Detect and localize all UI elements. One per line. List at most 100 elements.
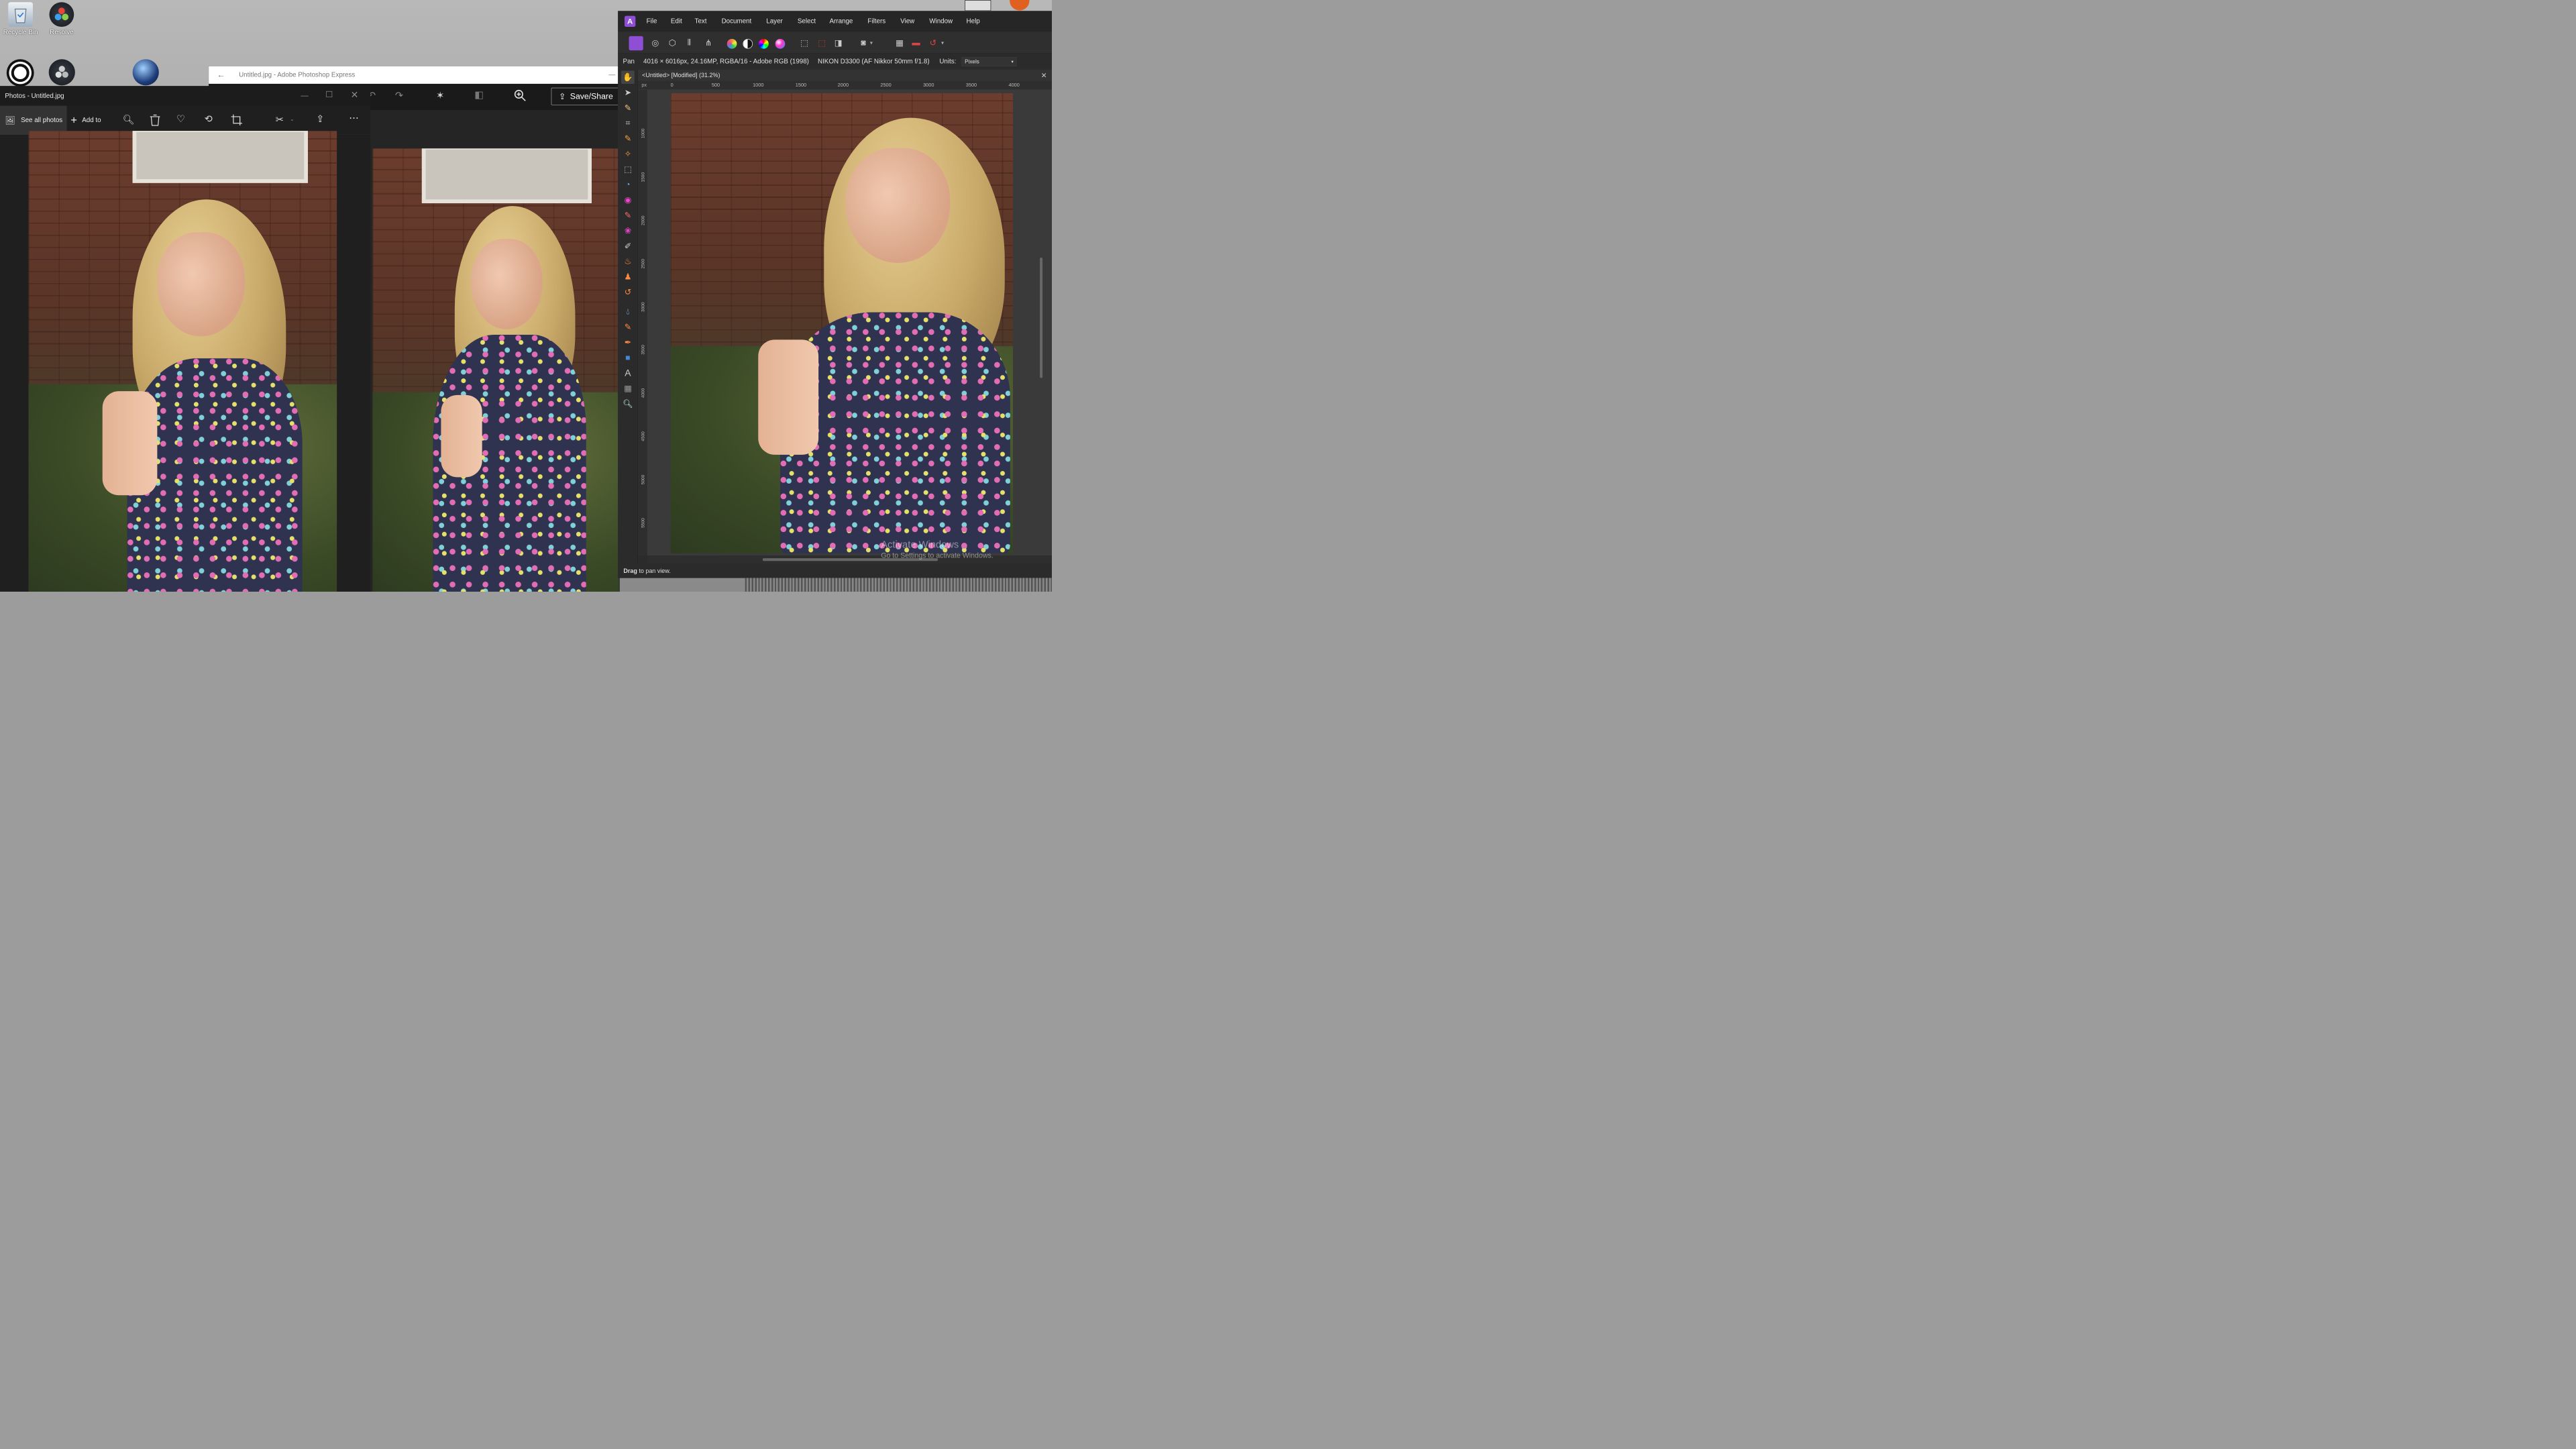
activate-windows-watermark: Activate Windows Go to Settings to activ… bbox=[881, 539, 994, 559]
ruler-tick-label: 3000 bbox=[641, 302, 645, 313]
image-icon: 🖼 bbox=[5, 115, 15, 125]
zoom-tool-icon[interactable]: 🔍︎ bbox=[621, 397, 635, 411]
gradient-tool-icon[interactable]: ◉ bbox=[621, 193, 635, 207]
current-tool-label: Pan bbox=[623, 58, 635, 66]
selection-marquee-icon[interactable]: ⬚ bbox=[798, 36, 811, 50]
invert-selection-icon[interactable]: ◨ bbox=[832, 36, 845, 50]
share-icon[interactable]: ⇪ bbox=[316, 114, 324, 124]
black-white-icon[interactable] bbox=[743, 38, 753, 49]
menu-text[interactable]: Text bbox=[695, 17, 707, 25]
document-tab[interactable]: <Untitled> [Modified] (31.2%) ✕ bbox=[637, 69, 1052, 81]
text-tool-icon[interactable]: A bbox=[621, 366, 635, 380]
paint-brush-tool-icon[interactable]: ✎ bbox=[621, 209, 635, 222]
context-toolbar: Pan 4016 × 6016px, 24.16MP, RGBA/16 - Ad… bbox=[618, 54, 1052, 70]
desktop-icon-resolve-alt[interactable] bbox=[48, 59, 75, 86]
menu-layer[interactable]: Layer bbox=[766, 17, 783, 25]
ps-express-photo bbox=[372, 148, 619, 592]
mesh-warp-tool-icon[interactable]: ▦ bbox=[621, 382, 635, 395]
selection-brush-tool-icon[interactable]: ✎ bbox=[621, 132, 635, 146]
affinity-logo-icon[interactable]: A bbox=[624, 15, 636, 28]
units-dropdown[interactable]: Pixels ▾ bbox=[961, 56, 1017, 66]
clone-brush-tool-icon[interactable]: ♟ bbox=[621, 270, 635, 284]
menu-view[interactable]: View bbox=[900, 17, 914, 25]
dodge-brush-tool-icon[interactable]: ♨ bbox=[621, 255, 635, 268]
magic-wand-icon[interactable]: ✶ bbox=[436, 91, 444, 101]
menu-select[interactable]: Select bbox=[798, 17, 816, 25]
maximize-icon[interactable]: ☐ bbox=[325, 90, 333, 99]
status-bar: Drag to pan view. bbox=[618, 564, 1052, 578]
ruler-tick-label: 4000 bbox=[1008, 82, 1020, 88]
deselect-icon[interactable]: ⬚ bbox=[815, 36, 828, 50]
redo-icon[interactable]: ↷ bbox=[395, 91, 403, 101]
crop-tool-icon[interactable]: ⌗ bbox=[621, 117, 635, 130]
menu-window[interactable]: Window bbox=[929, 17, 953, 25]
save-share-button[interactable]: ⇪ Save/Share bbox=[551, 87, 620, 105]
photo-persona-icon[interactable] bbox=[629, 36, 643, 51]
menu-bar: A File Edit Text Document Layer Select A… bbox=[618, 11, 1052, 32]
ruler-tick-label: 2000 bbox=[641, 215, 645, 225]
compare-icon[interactable]: ◧ bbox=[474, 90, 484, 100]
menu-file[interactable]: File bbox=[647, 17, 657, 25]
desktop-icon-resolve[interactable]: Resolve bbox=[41, 2, 82, 36]
erase-brush-tool-icon[interactable]: ✐ bbox=[621, 239, 635, 253]
heart-icon[interactable]: ♡ bbox=[176, 114, 185, 124]
tone-mapping-persona-icon[interactable]: ⫴ bbox=[683, 36, 696, 50]
close-icon[interactable]: ✕ bbox=[351, 89, 359, 101]
menu-edit[interactable]: Edit bbox=[671, 17, 682, 25]
minimize-icon[interactable]: — bbox=[608, 71, 615, 78]
menu-help[interactable]: Help bbox=[967, 17, 980, 25]
close-icon[interactable]: ✕ bbox=[1041, 71, 1047, 80]
plus-icon: + bbox=[70, 114, 77, 127]
vertical-scrollbar[interactable] bbox=[1040, 93, 1044, 553]
flood-fill-tool-icon[interactable]: ◔ bbox=[621, 178, 635, 191]
pen-tool-icon[interactable]: ✒ bbox=[621, 336, 635, 350]
snapping-icon[interactable]: ▦ bbox=[893, 36, 906, 50]
flood-select-tool-icon[interactable]: ✧ bbox=[621, 148, 635, 161]
desktop-icon-cinema4d[interactable] bbox=[132, 59, 159, 86]
chevron-down-icon[interactable]: ▾ bbox=[870, 40, 873, 46]
recycle-bin-icon bbox=[8, 2, 33, 28]
ruler-tick-label: 2000 bbox=[837, 82, 849, 88]
chevron-down-icon[interactable]: ▾ bbox=[941, 40, 944, 46]
rotate-icon[interactable]: ⟲ bbox=[205, 114, 213, 124]
menu-arrange[interactable]: Arrange bbox=[830, 17, 853, 25]
hsl-icon[interactable] bbox=[759, 38, 769, 49]
pan-tool-icon[interactable]: ✋ bbox=[621, 70, 635, 84]
zoom-icon[interactable]: 🔍︎ bbox=[123, 115, 135, 124]
lens-icon bbox=[11, 64, 30, 83]
ruler-tick-label: 3500 bbox=[641, 345, 645, 355]
document-info: 4016 × 6016px, 24.16MP, RGBA/16 - Adobe … bbox=[643, 58, 809, 66]
watermark-title: Activate Windows bbox=[881, 538, 959, 550]
minimize-icon[interactable]: — bbox=[301, 91, 308, 100]
export-persona-icon[interactable]: ⋔ bbox=[702, 36, 715, 50]
back-arrow-icon[interactable]: ← bbox=[217, 70, 225, 80]
desktop-icon-recycle-bin[interactable]: Recycle Bin bbox=[0, 2, 41, 36]
chevron-down-icon[interactable]: ⌄ bbox=[290, 115, 294, 122]
mixer-brush-tool-icon[interactable]: ❀ bbox=[621, 224, 635, 237]
menu-filters[interactable]: Filters bbox=[867, 17, 885, 25]
develop-persona-icon[interactable]: ⬡ bbox=[665, 36, 679, 50]
menu-document[interactable]: Document bbox=[722, 17, 752, 25]
blur-brush-tool-icon[interactable]: 💧︎ bbox=[621, 305, 635, 319]
zoom-icon[interactable] bbox=[513, 89, 527, 103]
move-tool-icon[interactable]: ➤ bbox=[621, 86, 635, 99]
magnet-icon[interactable]: ↺ bbox=[926, 36, 940, 50]
ruler-tick-label: 2500 bbox=[641, 258, 645, 269]
undo-brush-tool-icon[interactable]: ↺ bbox=[621, 285, 635, 299]
assistant-icon[interactable]: ▬ bbox=[910, 36, 923, 50]
color-picker-tool-icon[interactable]: ✎ bbox=[621, 101, 635, 115]
levels-icon[interactable] bbox=[727, 38, 737, 49]
quick-mask-icon[interactable]: ◙ bbox=[857, 36, 870, 50]
thumbnail-window[interactable] bbox=[965, 0, 991, 11]
more-icon[interactable]: ⋯ bbox=[349, 113, 359, 123]
white-balance-icon[interactable] bbox=[775, 38, 786, 49]
rectangle-tool-icon[interactable]: ■ bbox=[621, 351, 635, 364]
crop-icon[interactable] bbox=[231, 114, 243, 127]
rectangular-marquee-tool-icon[interactable]: ⬚ bbox=[621, 163, 635, 176]
liquify-persona-icon[interactable]: ◎ bbox=[649, 36, 662, 50]
delete-icon[interactable] bbox=[150, 114, 160, 127]
ruler-tick-label: 1500 bbox=[641, 172, 645, 182]
desktop-icon-app-black-circle[interactable] bbox=[6, 59, 34, 87]
edit-icon[interactable]: ✂ bbox=[276, 114, 284, 125]
healing-brush-tool-icon[interactable]: ✎ bbox=[621, 321, 635, 334]
